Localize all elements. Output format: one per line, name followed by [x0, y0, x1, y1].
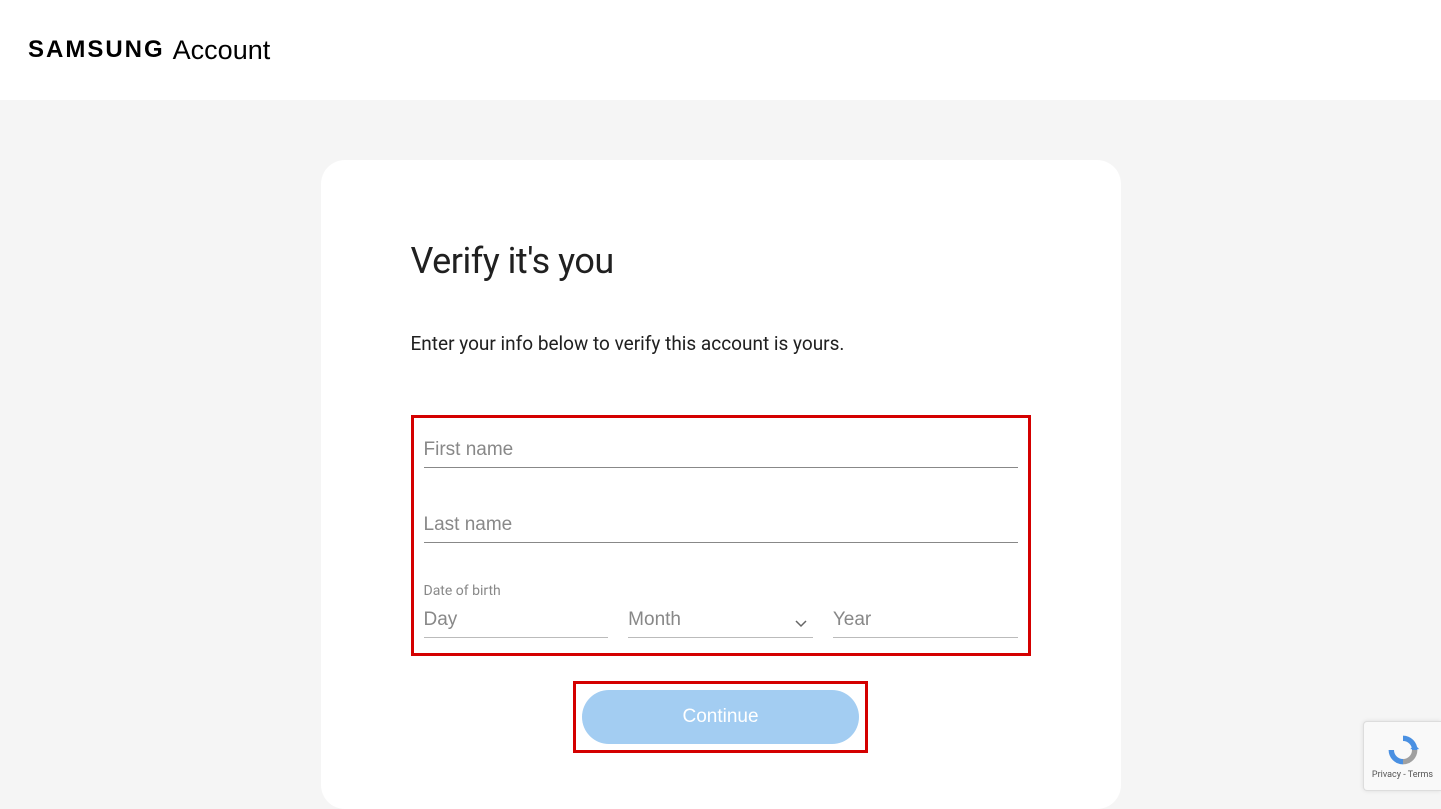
recaptcha-terms-link[interactable]: Terms: [1408, 770, 1433, 780]
verify-card: Verify it's you Enter your info below to…: [321, 160, 1121, 809]
first-name-wrapper: [424, 433, 1018, 468]
month-select[interactable]: [628, 603, 813, 638]
dob-section: Date of birth: [424, 583, 1018, 638]
page-title: Verify it's you: [411, 240, 1031, 282]
button-wrap: Continue: [411, 681, 1031, 753]
main-area: Verify it's you Enter your info below to…: [0, 100, 1441, 809]
year-input[interactable]: [833, 603, 1018, 638]
page-subtitle: Enter your info below to verify this acc…: [411, 332, 1031, 355]
day-input[interactable]: [424, 603, 609, 638]
last-name-wrapper: [424, 508, 1018, 543]
first-name-input[interactable]: [424, 433, 1018, 468]
brand-logo: SAMSUNG: [28, 36, 165, 64]
button-highlight-box: Continue: [573, 681, 867, 753]
dob-label: Date of birth: [424, 583, 1018, 599]
dob-row: [424, 603, 1018, 638]
recaptcha-badge[interactable]: Privacy - Terms: [1363, 721, 1441, 791]
form-highlight-box: Date of birth: [411, 415, 1031, 656]
product-name: Account: [173, 35, 271, 66]
recaptcha-icon: [1385, 732, 1421, 768]
recaptcha-privacy-link[interactable]: Privacy: [1372, 770, 1401, 780]
recaptcha-links: Privacy - Terms: [1372, 770, 1433, 780]
last-name-input[interactable]: [424, 508, 1018, 543]
year-field: [833, 603, 1018, 638]
header: SAMSUNG Account: [0, 0, 1441, 100]
month-field: [628, 603, 813, 638]
day-field: [424, 603, 609, 638]
continue-button[interactable]: Continue: [582, 690, 858, 744]
